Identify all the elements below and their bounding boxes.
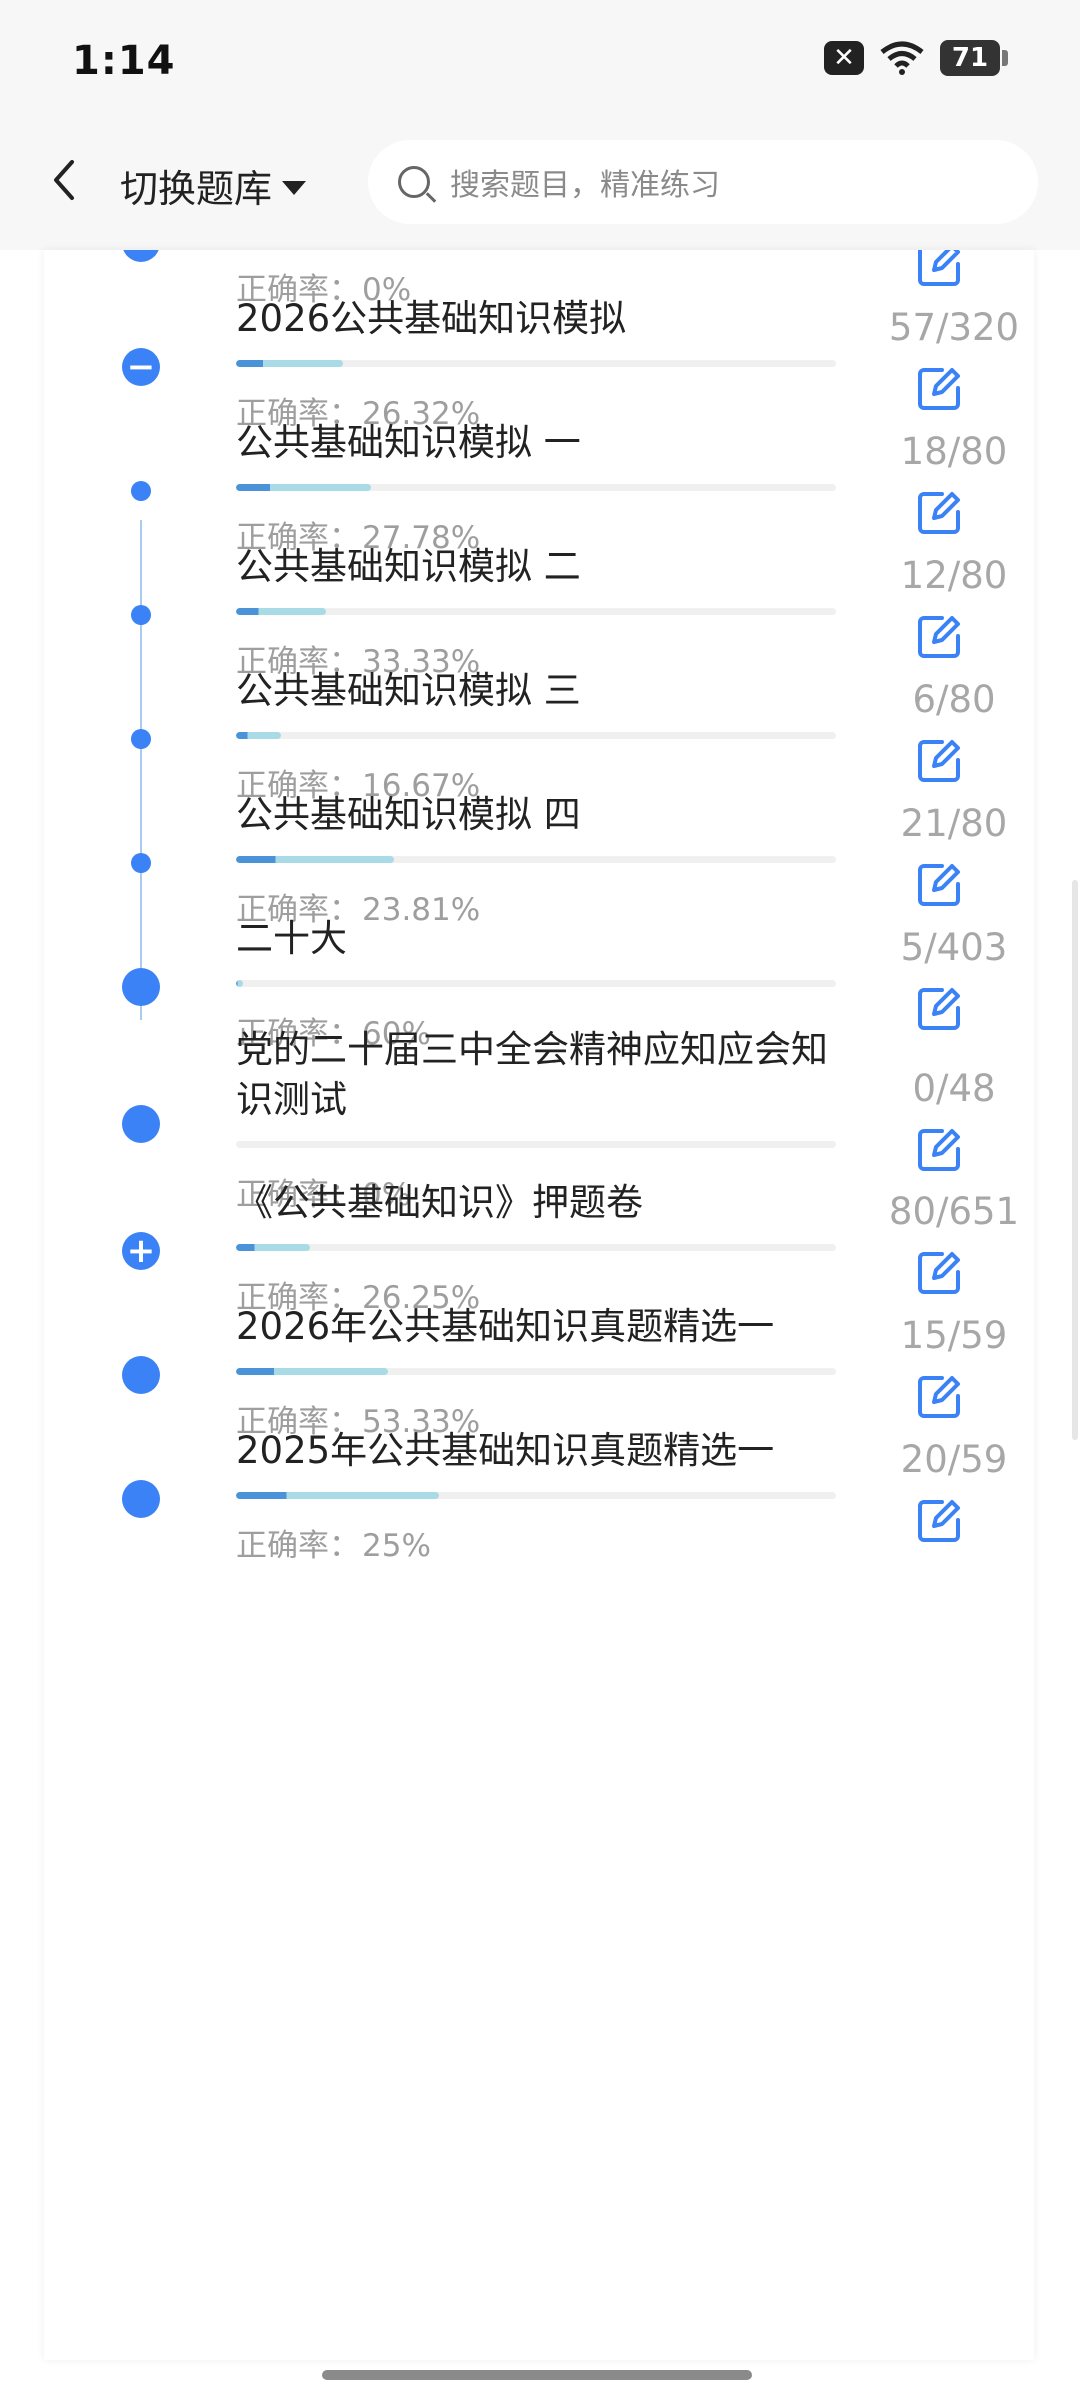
progress-fill (236, 1244, 310, 1251)
progress-fill (236, 1492, 440, 1499)
wifi-icon (880, 41, 924, 75)
notification-x-icon: ✕ (824, 41, 864, 75)
tree-node-dot (122, 1105, 160, 1143)
progress-bar (236, 732, 836, 739)
progress-fill (236, 856, 394, 863)
accuracy-text: 正确率：25% (236, 1520, 431, 1565)
tree-node-dot (122, 250, 160, 262)
tree-node-dot (131, 605, 151, 625)
tree-node-dot (131, 729, 151, 749)
accuracy-value: 25% (362, 1528, 431, 1564)
progress-fill (236, 608, 326, 615)
edit-practice-icon[interactable] (914, 1496, 964, 1546)
item-title: 党的二十届三中全会精神应知应会知识测试 (236, 1028, 828, 1121)
status-icons: ✕ 71 (824, 40, 1008, 76)
collapse-icon[interactable]: − (122, 348, 160, 386)
progress-bar (236, 360, 836, 367)
item-title: 公共基础知识模拟 三 (236, 669, 581, 712)
tree-node-dot (131, 481, 151, 501)
item-title: 公共基础知识模拟 二 (236, 545, 581, 588)
progress-count: 18/80 (900, 430, 1008, 473)
tree-node-dot (122, 968, 160, 1006)
edit-practice-icon[interactable] (914, 1372, 964, 1422)
top-header: 切换题库 搜索题目，精准练习 (0, 120, 1080, 250)
caret-down-icon (282, 180, 307, 195)
progress-count: 6/80 (912, 678, 996, 721)
progress-fill (236, 732, 281, 739)
edit-practice-icon[interactable] (914, 736, 964, 786)
progress-count: 20/59 (900, 1438, 1008, 1481)
progress-bar (236, 608, 836, 615)
home-indicator[interactable] (322, 2370, 752, 2380)
edit-practice-icon[interactable] (914, 1125, 964, 1175)
progress-bar (236, 1244, 836, 1251)
progress-bar (236, 484, 836, 491)
progress-count: 12/80 (900, 554, 1008, 597)
expand-icon[interactable]: + (122, 1232, 160, 1270)
progress-bar (236, 1492, 836, 1499)
list-item[interactable]: 2025年公共基础知识真题精选一 正确率：25% 20/59 (44, 1426, 1034, 1616)
progress-count: 57/320 (888, 306, 1020, 349)
tree-node-dot (122, 1356, 160, 1394)
item-title: 2026公共基础知识模拟 (236, 297, 627, 340)
item-title: 《公共基础知识》押题卷 (236, 1181, 643, 1224)
progress-count: 5/403 (900, 926, 1008, 969)
edit-practice-icon[interactable] (914, 612, 964, 662)
progress-fill (236, 484, 371, 491)
progress-bar (236, 1368, 836, 1375)
progress-fill (236, 1368, 389, 1375)
search-icon (398, 166, 430, 198)
edit-practice-icon[interactable] (914, 364, 964, 414)
progress-bar (236, 980, 836, 987)
progress-fill (236, 360, 343, 367)
progress-bar (236, 1141, 836, 1148)
scrollbar[interactable] (1072, 880, 1078, 1440)
status-time: 1:14 (72, 38, 176, 84)
item-title: 公共基础知识模拟 四 (236, 793, 581, 836)
question-bank-list: 第十一部分 主观论述及材料写作正确率：0%0/7−2026公共基础知识模拟正确率… (44, 250, 1034, 2360)
progress-bar (236, 856, 836, 863)
progress-count: 15/59 (900, 1314, 1008, 1357)
item-title: 二十大 (236, 917, 347, 960)
tree-node-dot (122, 1480, 160, 1518)
search-placeholder: 搜索题目，精准练习 (450, 168, 720, 203)
edit-practice-icon[interactable] (914, 488, 964, 538)
back-arrow-icon[interactable] (44, 150, 84, 210)
switch-bank-label: 切换题库 (120, 167, 273, 211)
edit-practice-icon[interactable] (914, 250, 964, 290)
item-title: 公共基础知识模拟 一 (236, 421, 581, 464)
accuracy-label: 正确率： (236, 1528, 360, 1564)
edit-practice-icon[interactable] (914, 1248, 964, 1298)
edit-practice-icon[interactable] (914, 860, 964, 910)
search-input[interactable]: 搜索题目，精准练习 (368, 140, 1038, 224)
progress-count: 0/48 (912, 1067, 996, 1110)
item-title: 2025年公共基础知识真题精选一 (236, 1429, 775, 1472)
battery-level: 71 (951, 43, 989, 73)
progress-fill (236, 980, 244, 987)
status-bar: 1:14 ✕ 71 (0, 0, 1080, 120)
item-title: 2026年公共基础知识真题精选一 (236, 1305, 775, 1348)
tree-node-dot (131, 853, 151, 873)
progress-count: 21/80 (900, 802, 1008, 845)
progress-count: 80/651 (888, 1190, 1020, 1233)
battery-icon: 71 (940, 40, 1008, 76)
switch-question-bank-button[interactable]: 切换题库 (120, 158, 307, 213)
